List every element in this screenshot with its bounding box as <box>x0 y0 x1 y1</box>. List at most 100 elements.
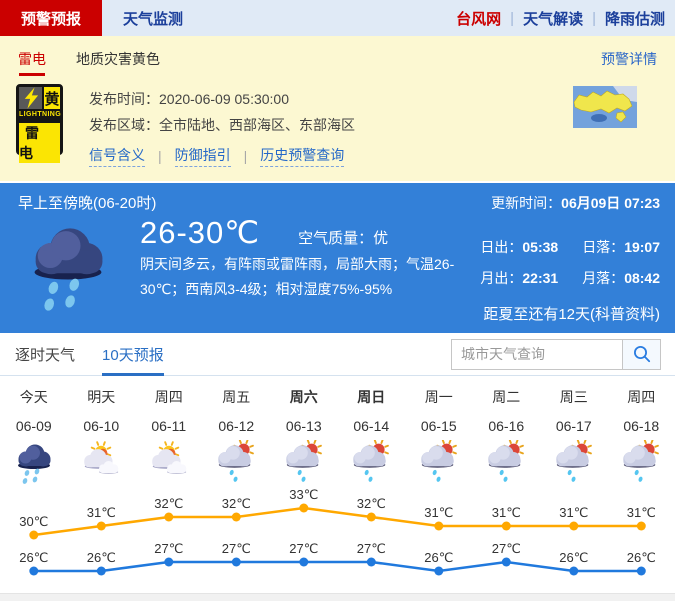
forecast-day-label: 周四 <box>135 387 203 405</box>
lightning-bolt-icon <box>19 87 42 109</box>
svg-text:27℃: 27℃ <box>357 541 386 556</box>
forecast-date: 06-09 <box>0 418 68 436</box>
svg-text:32℃: 32℃ <box>222 496 251 511</box>
forecast-column: 周二 06-16 <box>473 376 541 490</box>
publish-time-value: 2020-06-09 05:30:00 <box>159 91 289 107</box>
svg-text:30℃: 30℃ <box>19 514 48 529</box>
forecast-column: 明天06-10 <box>68 376 136 490</box>
tab-10day-forecast[interactable]: 10天预报 <box>102 333 164 375</box>
forecast-column: 今天 06-09 <box>0 376 68 490</box>
warning-section: 雷电 地质灾害黄色 预警详情 黄 LIGHTNING 雷电 发布时间：2020-… <box>0 36 675 181</box>
link-separator: | <box>158 148 162 164</box>
warning-area-map-thumbnail[interactable] <box>573 86 637 133</box>
city-weather-search <box>451 339 661 370</box>
top-nav: 预警预报 天气监测 台风网 | 天气解读 | 降雨估测 <box>0 0 675 36</box>
warning-type-en: LIGHTNING <box>19 109 60 121</box>
tab-warning-forecast[interactable]: 预警预报 <box>0 0 102 36</box>
temperature-chart: 30℃31℃32℃32℃33℃32℃31℃31℃31℃31℃26℃26℃27℃2… <box>0 486 675 588</box>
warning-tab-lightning[interactable]: 雷电 <box>18 36 46 82</box>
warning-detail-link[interactable]: 预警详情 <box>601 49 657 69</box>
forecast-column: 周四 06-18 <box>608 376 675 490</box>
svg-text:31℃: 31℃ <box>492 505 521 520</box>
nav-separator: | <box>592 10 596 27</box>
nav-separator: | <box>510 10 514 27</box>
forecast-date: 06-13 <box>270 418 338 436</box>
forecast-day-label: 周五 <box>203 387 271 405</box>
search-icon <box>633 345 651 363</box>
air-quality: 空气质量：优 <box>298 227 388 248</box>
weather-description: 阴天间多云，有阵雨或雷阵雨，局部大雨；气温26-30℃；西南风3-4级；相对湿度… <box>140 252 474 302</box>
publish-time-label: 发布时间： <box>89 91 159 107</box>
warning-tab-geological[interactable]: 地质灾害黄色 <box>76 36 160 82</box>
forecast-column: 周五 06-12 <box>203 376 271 490</box>
lightning-warning-sign-icon: 黄 LIGHTNING 雷电 <box>16 84 63 155</box>
link-typhoon-net[interactable]: 台风网 <box>456 8 501 29</box>
svg-text:32℃: 32℃ <box>154 496 183 511</box>
footer-strip <box>0 593 675 601</box>
top-nav-links: 台风网 | 天气解读 | 降雨估测 <box>456 0 675 36</box>
forecast-date: 06-17 <box>540 418 608 436</box>
link-defense-guide[interactable]: 防御指引 <box>175 145 231 167</box>
tab-weather-monitor[interactable]: 天气监测 <box>102 0 204 36</box>
forecast-date: 06-14 <box>338 418 406 436</box>
weather-icon-shower <box>338 440 406 490</box>
warning-level-badge: 黄 <box>42 87 60 109</box>
svg-text:27℃: 27℃ <box>289 541 318 556</box>
link-signal-meaning[interactable]: 信号含义 <box>89 145 145 167</box>
update-time: 更新时间：06月09日 07:23 <box>491 193 660 213</box>
warning-tabs: 雷电 地质灾害黄色 预警详情 <box>0 36 675 82</box>
forecast-day-label: 周四 <box>608 387 675 405</box>
forecast-date: 06-12 <box>203 418 271 436</box>
link-weather-interpretation[interactable]: 天气解读 <box>523 8 583 29</box>
svg-text:27℃: 27℃ <box>492 541 521 556</box>
warning-info: 发布时间：2020-06-09 05:30:00 发布区域：全市陆地、西部海区、… <box>89 84 355 167</box>
svg-text:33℃: 33℃ <box>289 487 318 502</box>
svg-text:26℃: 26℃ <box>559 550 588 565</box>
tab-hourly-weather[interactable]: 逐时天气 <box>15 333 75 375</box>
forecast-day-label: 周六 <box>270 387 338 405</box>
forecast-date: 06-15 <box>405 418 473 436</box>
weather-icon-shower <box>540 440 608 490</box>
moonrise-stat: 月出：22:31 <box>480 268 558 288</box>
warning-type-cn: 雷电 <box>19 121 60 163</box>
search-button[interactable] <box>622 340 660 369</box>
forecast-column: 周日 06-14 <box>338 376 406 490</box>
forecast-date: 06-16 <box>473 418 541 436</box>
forecast-column: 周六 06-13 <box>270 376 338 490</box>
forecast-day-label: 周一 <box>405 387 473 405</box>
temperature-range: 26-30℃ <box>140 215 260 251</box>
search-input[interactable] <box>452 340 622 369</box>
sunset-stat: 日落：19:07 <box>582 237 660 257</box>
forecast-day-label: 明天 <box>68 387 136 405</box>
publish-area-label: 发布区域： <box>89 117 159 133</box>
svg-text:27℃: 27℃ <box>222 541 251 556</box>
publish-area-value: 全市陆地、西部海区、东部海区 <box>159 117 355 133</box>
link-warning-history[interactable]: 历史预警查询 <box>260 145 344 167</box>
weather-icon-shower <box>608 440 675 490</box>
solar-term-note[interactable]: 距夏至还有12天(科普资料) <box>483 303 660 324</box>
forecast-date: 06-11 <box>135 418 203 436</box>
link-rain-estimation[interactable]: 降雨估测 <box>605 8 665 29</box>
forecast-column: 周一 06-15 <box>405 376 473 490</box>
forecast-tabs-row: 逐时天气 10天预报 <box>0 333 675 376</box>
moonset-stat: 月落：08:42 <box>582 268 660 288</box>
weather-icon-partly-cloudy <box>68 440 136 490</box>
link-separator: | <box>244 148 248 164</box>
forecast-day-label: 周二 <box>473 387 541 405</box>
svg-text:31℃: 31℃ <box>627 505 656 520</box>
forecast-date: 06-18 <box>608 418 675 436</box>
svg-text:26℃: 26℃ <box>627 550 656 565</box>
weather-icon-shower <box>203 440 271 490</box>
forecast-day-label: 周日 <box>338 387 406 405</box>
forecast-day-label: 今天 <box>0 387 68 405</box>
svg-text:26℃: 26℃ <box>87 550 116 565</box>
svg-text:26℃: 26℃ <box>19 550 48 565</box>
svg-text:27℃: 27℃ <box>154 541 183 556</box>
weather-icon-shower <box>270 440 338 490</box>
svg-text:31℃: 31℃ <box>559 505 588 520</box>
ten-day-forecast: 今天 06-09 明天06-10 周四 06-11 周五 06-12 周六 06-13 <box>0 376 675 593</box>
weather-icon-shower <box>473 440 541 490</box>
svg-text:31℃: 31℃ <box>87 505 116 520</box>
sunrise-stat: 日出：05:38 <box>480 237 558 257</box>
current-weather-section: 早上至傍晚(06-20时) 更新时间：06月09日 07:23 26-30℃ 空… <box>0 183 675 333</box>
